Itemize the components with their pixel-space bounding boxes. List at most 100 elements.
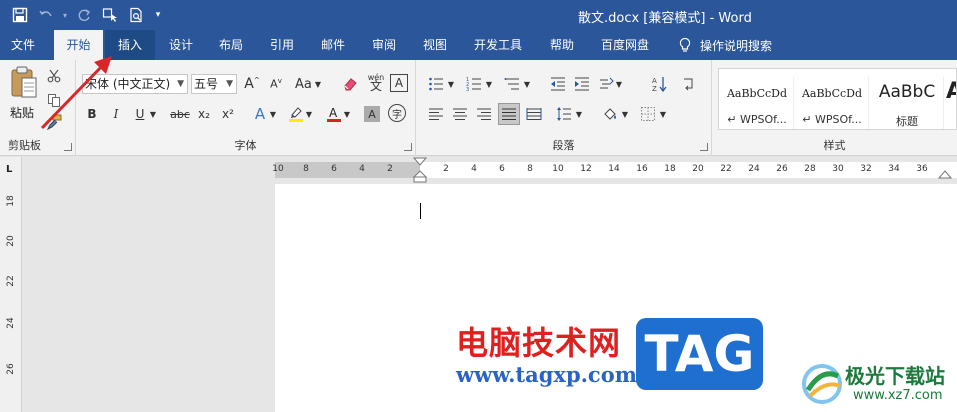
ruler-tick: 12 <box>580 164 592 174</box>
clear-formatting-button[interactable] <box>340 74 360 94</box>
tab-insert[interactable]: 插入 <box>105 30 155 60</box>
tab-mailings[interactable]: 邮件 <box>309 30 357 60</box>
align-center-icon <box>453 108 467 120</box>
undo-dropdown[interactable]: ▾ <box>60 4 70 26</box>
numbering-dropdown[interactable]: ▼ <box>484 74 494 94</box>
multilevel-list-button[interactable] <box>502 74 522 94</box>
style-sample: AaBbCcDd <box>726 87 788 100</box>
undo-button[interactable] <box>34 4 58 26</box>
borders-dropdown[interactable]: ▼ <box>658 104 668 124</box>
tab-help[interactable]: 帮助 <box>538 30 586 60</box>
clipboard-icon <box>11 66 37 98</box>
tab-baidu-netdisk[interactable]: 百度网盘 <box>591 30 659 60</box>
font-name-dropdown[interactable]: 宋体 (中文正文) ▼ <box>82 74 188 94</box>
numbering-button[interactable]: 123 <box>464 74 484 94</box>
bold-button[interactable]: B <box>82 104 102 124</box>
italic-button[interactable]: I <box>106 104 126 124</box>
paragraph-dialog-launcher[interactable] <box>700 143 708 151</box>
customize-qat-button[interactable]: ▾ <box>150 4 166 26</box>
increase-indent-button[interactable] <box>572 74 592 94</box>
style-item[interactable]: A <box>946 77 956 129</box>
grow-font-button[interactable]: A^ <box>242 74 262 94</box>
line-spacing-button[interactable] <box>554 104 574 124</box>
highlight-dropdown[interactable]: ▼ <box>304 104 314 124</box>
show-paragraph-marks-button[interactable] <box>678 74 698 94</box>
font-color-dropdown[interactable]: ▼ <box>342 104 352 124</box>
phonetic-char-icon: 文 <box>369 79 382 93</box>
tell-me-search[interactable]: 操作说明搜索 <box>678 30 772 60</box>
tab-review[interactable]: 审阅 <box>360 30 408 60</box>
character-shading-icon: A <box>368 107 376 121</box>
borders-button[interactable] <box>638 104 658 124</box>
tab-selector-button[interactable]: L <box>0 157 22 184</box>
underline-dropdown[interactable]: ▼ <box>148 104 158 124</box>
shading-dropdown[interactable]: ▼ <box>620 104 630 124</box>
tab-home[interactable]: 开始 <box>54 30 103 60</box>
tab-file[interactable]: 文件 <box>0 30 46 60</box>
styles-group-label: 样式 <box>823 139 846 152</box>
change-case-button[interactable]: Aa ▼ <box>292 74 324 94</box>
font-size-dropdown[interactable]: 五号 ▼ <box>191 74 237 94</box>
tab-references[interactable]: 引用 <box>258 30 306 60</box>
tab-design[interactable]: 设计 <box>157 30 205 60</box>
align-center-button[interactable] <box>450 104 470 124</box>
distributed-button[interactable] <box>524 104 544 124</box>
align-left-button[interactable] <box>426 104 446 124</box>
cut-button[interactable] <box>44 66 64 86</box>
underline-button[interactable]: U <box>130 104 150 124</box>
bullets-button[interactable] <box>426 74 446 94</box>
text-effects-button[interactable]: A <box>250 104 270 124</box>
highlight-button[interactable] <box>286 104 306 124</box>
character-border-button[interactable]: A <box>390 74 408 92</box>
clipboard-dialog-launcher[interactable] <box>64 143 72 151</box>
style-item[interactable]: AaBbCcDd ↵ WPSOf... <box>796 77 869 129</box>
font-name-value: 宋体 (中文正文) <box>85 77 171 91</box>
save-button[interactable] <box>8 4 32 26</box>
chevron-down-icon: ▼ <box>226 79 233 89</box>
ruler-tick: 16 <box>636 164 648 174</box>
redo-button[interactable] <box>72 4 96 26</box>
tab-developer[interactable]: 开发工具 <box>464 30 532 60</box>
tab-layout[interactable]: 布局 <box>207 30 255 60</box>
sort-button[interactable]: AZ <box>650 74 670 94</box>
character-shading-button[interactable]: A <box>364 106 380 122</box>
touch-mode-button[interactable] <box>98 4 122 26</box>
text-effects-dropdown[interactable]: ▼ <box>268 104 278 124</box>
style-item[interactable]: AaBbC 标题 <box>871 77 944 129</box>
chinese-layout-button[interactable] <box>596 74 616 94</box>
distributed-icon <box>526 108 542 120</box>
copy-button[interactable] <box>44 90 64 110</box>
numbering-icon: 123 <box>466 77 481 92</box>
subscript-button[interactable]: x₂ <box>194 104 214 124</box>
justify-button[interactable] <box>498 103 520 125</box>
grow-font-icon: A^ <box>244 76 260 92</box>
align-right-button[interactable] <box>474 104 494 124</box>
font-color-button[interactable]: A <box>324 104 344 124</box>
tab-view[interactable]: 视图 <box>411 30 459 60</box>
style-item[interactable]: AaBbCcDd ↵ WPSOf... <box>721 77 794 129</box>
font-dialog-launcher[interactable] <box>404 143 412 151</box>
ruler-tick: 2 <box>387 164 393 174</box>
phonetic-guide-button[interactable]: wén 文 <box>366 72 386 92</box>
shading-button[interactable] <box>600 104 620 124</box>
format-painter-button[interactable] <box>44 112 64 132</box>
bullets-dropdown[interactable]: ▼ <box>446 74 456 94</box>
ruler-tick: 8 <box>303 164 309 174</box>
paste-button[interactable]: 粘贴 <box>6 66 42 122</box>
enclose-characters-button[interactable]: 字 <box>388 104 406 122</box>
print-preview-icon <box>130 7 142 23</box>
pilcrow-icon <box>684 78 693 91</box>
decrease-indent-button[interactable] <box>548 74 568 94</box>
multilevel-list-dropdown[interactable]: ▼ <box>522 74 532 94</box>
superscript-button[interactable]: x² <box>218 104 238 124</box>
chinese-layout-dropdown[interactable]: ▼ <box>614 74 624 94</box>
indent-markers[interactable] <box>412 157 428 184</box>
shrink-font-button[interactable]: Av <box>266 74 286 94</box>
chevron-down-icon: ▼ <box>177 79 184 89</box>
text-effects-icon: A <box>254 105 266 123</box>
line-spacing-dropdown[interactable]: ▼ <box>574 104 584 124</box>
strikethrough-button[interactable]: abc <box>168 104 192 124</box>
right-indent-marker[interactable] <box>938 169 952 181</box>
print-preview-button[interactable] <box>124 4 148 26</box>
ruler-tick: 24 <box>748 164 760 174</box>
